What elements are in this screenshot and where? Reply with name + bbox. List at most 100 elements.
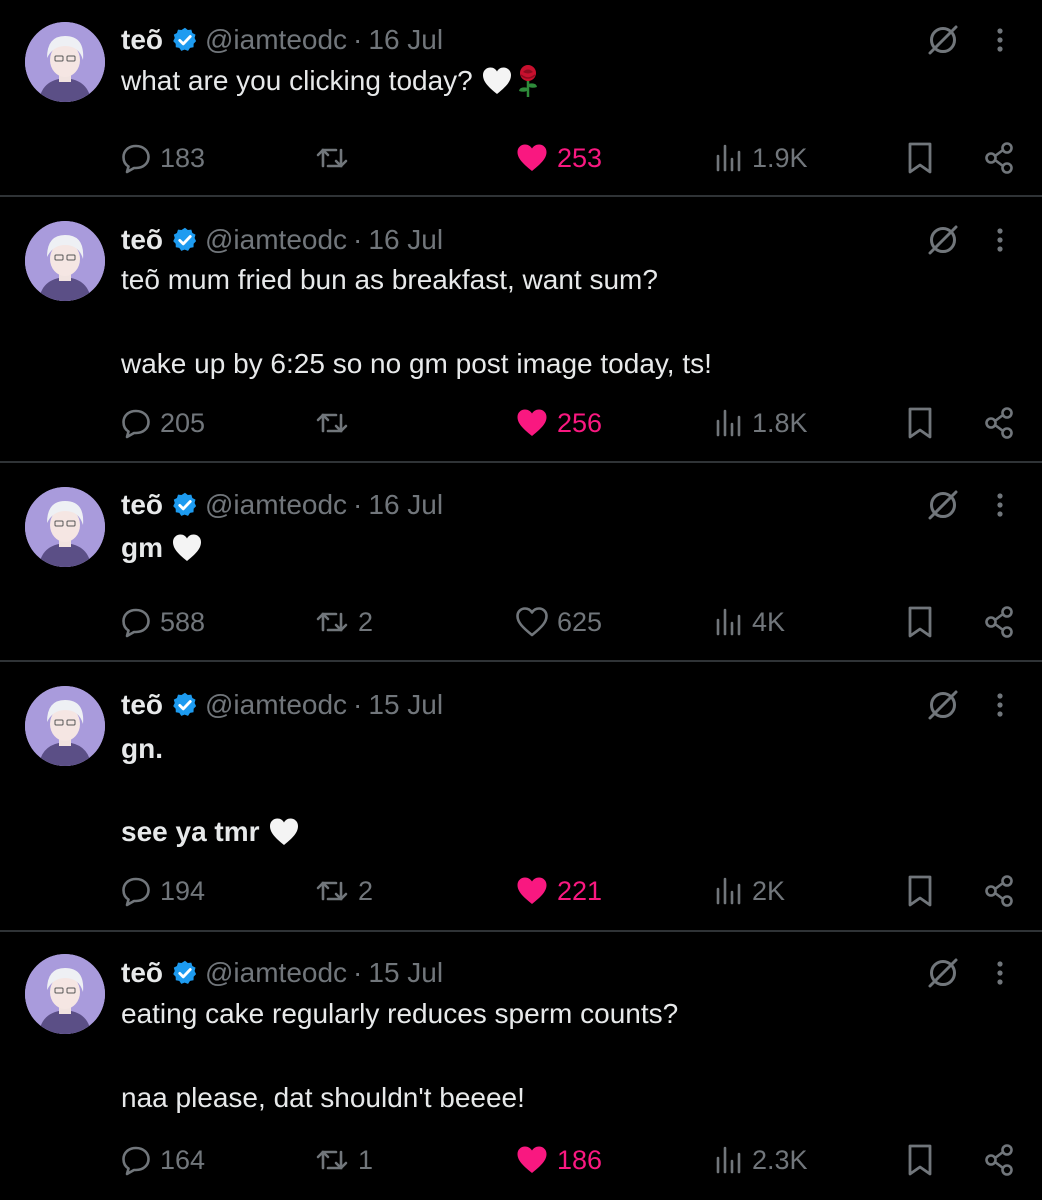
display-name[interactable]: teõ <box>121 689 163 721</box>
reply-button[interactable]: 164 <box>120 1138 205 1182</box>
display-name[interactable]: teõ <box>121 224 163 256</box>
reply-count: 164 <box>160 1144 206 1175</box>
bookmark-button[interactable] <box>905 869 935 913</box>
rose-emoji-icon <box>515 64 541 98</box>
views-button[interactable]: 2K <box>714 869 785 913</box>
grok-icon[interactable] <box>925 22 961 58</box>
tweet-text-line: wake up by 6:25 so no gm post image toda… <box>121 344 712 384</box>
bookmark-button[interactable] <box>905 1138 935 1182</box>
grok-icon[interactable] <box>925 687 961 723</box>
verified-badge-icon <box>171 959 199 987</box>
timestamp[interactable]: 16 Jul <box>368 489 443 521</box>
more-icon[interactable] <box>990 687 1010 723</box>
display-name[interactable]: teõ <box>121 957 163 989</box>
grok-icon[interactable] <box>925 222 961 258</box>
like-button[interactable]: 253 <box>515 136 602 180</box>
views-icon <box>716 877 741 905</box>
tweet-text-line: eating cake regularly reduces sperm coun… <box>121 994 678 1034</box>
bookmark-button[interactable] <box>905 401 935 445</box>
views-count: 4K <box>752 606 786 637</box>
bookmark-button[interactable] <box>905 136 935 180</box>
tweet[interactable]: teõ @iamteodc · 15 Jul gn. see ya tmr 19… <box>0 662 1042 932</box>
repost-button[interactable]: 1 <box>314 1138 373 1182</box>
share-button[interactable] <box>983 869 1015 913</box>
share-button[interactable] <box>983 600 1015 644</box>
views-icon <box>716 409 741 437</box>
tweet-text: see ya tmr <box>121 816 260 847</box>
share-button[interactable] <box>983 136 1015 180</box>
bookmark-icon <box>908 142 932 174</box>
share-icon <box>985 606 1013 638</box>
like-count: 253 <box>557 142 603 173</box>
repost-icon <box>316 148 348 168</box>
handle[interactable]: @iamteodc <box>205 689 347 721</box>
handle[interactable]: @iamteodc <box>205 957 347 989</box>
reply-icon <box>122 877 150 907</box>
reply-button[interactable]: 183 <box>120 136 205 180</box>
more-icon[interactable] <box>990 222 1010 258</box>
avatar[interactable] <box>25 954 105 1034</box>
repost-button[interactable] <box>314 401 358 445</box>
views-count: 2.3K <box>752 1144 808 1175</box>
grok-icon[interactable] <box>925 955 961 991</box>
display-name[interactable]: teõ <box>121 24 163 56</box>
tweet-header: teõ @iamteodc · 16 Jul <box>121 487 443 523</box>
timestamp[interactable]: 15 Jul <box>368 957 443 989</box>
avatar[interactable] <box>25 487 105 567</box>
views-button[interactable]: 1.8K <box>714 401 808 445</box>
tweet-text-line: naa please, dat shouldn't beeee! <box>121 1078 525 1118</box>
handle[interactable]: @iamteodc <box>205 489 347 521</box>
views-button[interactable]: 2.3K <box>714 1138 808 1182</box>
handle[interactable]: @iamteodc <box>205 224 347 256</box>
views-button[interactable]: 4K <box>714 600 785 644</box>
verified-badge-icon <box>171 226 199 254</box>
repost-button[interactable]: 2 <box>314 600 373 644</box>
white-heart-emoji-icon <box>481 66 513 96</box>
views-icon <box>716 1146 741 1174</box>
reply-count: 205 <box>160 407 206 438</box>
reply-button[interactable]: 194 <box>120 869 205 913</box>
views-count: 2K <box>752 875 786 906</box>
display-name[interactable]: teõ <box>121 489 163 521</box>
more-icon[interactable] <box>990 955 1010 991</box>
reply-button[interactable]: 588 <box>120 600 205 644</box>
repost-count: 2 <box>358 875 374 906</box>
more-icon[interactable] <box>990 22 1010 58</box>
tweet[interactable]: teõ @iamteodc · 15 Jul eating cake regul… <box>0 932 1042 1200</box>
repost-button[interactable]: 2 <box>314 869 373 913</box>
reply-button[interactable]: 205 <box>120 401 205 445</box>
reply-count: 194 <box>160 875 206 906</box>
repost-icon <box>316 413 348 433</box>
share-button[interactable] <box>983 1138 1015 1182</box>
like-button[interactable]: 221 <box>515 869 602 913</box>
reply-count: 588 <box>160 606 206 637</box>
grok-icon[interactable] <box>925 487 961 523</box>
avatar[interactable] <box>25 22 105 102</box>
like-button[interactable]: 186 <box>515 1138 602 1182</box>
handle[interactable]: @iamteodc <box>205 24 347 56</box>
like-button[interactable]: 256 <box>515 401 602 445</box>
avatar[interactable] <box>25 221 105 301</box>
separator: · <box>353 957 363 988</box>
more-icon[interactable] <box>990 487 1010 523</box>
share-button[interactable] <box>983 401 1015 445</box>
tweet[interactable]: teõ @iamteodc · 16 Jul gm 588 2 625 4K <box>0 463 1042 662</box>
verified-badge-icon <box>171 26 199 54</box>
timestamp[interactable]: 16 Jul <box>368 24 443 56</box>
like-count: 221 <box>557 875 603 906</box>
avatar[interactable] <box>25 686 105 766</box>
tweet[interactable]: teõ @iamteodc · 16 Jul what are you clic… <box>0 0 1042 197</box>
tweet-text: what are you clicking today? <box>121 65 473 96</box>
tweet[interactable]: teõ @iamteodc · 16 Jul teõ mum fried bun… <box>0 197 1042 463</box>
tweet-actions: 164 1 186 2.3K <box>0 1138 1042 1182</box>
like-button[interactable]: 625 <box>515 600 602 644</box>
views-button[interactable]: 1.9K <box>714 136 808 180</box>
share-icon <box>985 1144 1013 1176</box>
bookmark-button[interactable] <box>905 600 935 644</box>
reply-icon <box>122 144 150 174</box>
like-count: 625 <box>557 606 603 637</box>
timestamp[interactable]: 16 Jul <box>368 224 443 256</box>
repost-button[interactable] <box>314 136 358 180</box>
timestamp[interactable]: 15 Jul <box>368 689 443 721</box>
repost-icon <box>316 1150 348 1170</box>
